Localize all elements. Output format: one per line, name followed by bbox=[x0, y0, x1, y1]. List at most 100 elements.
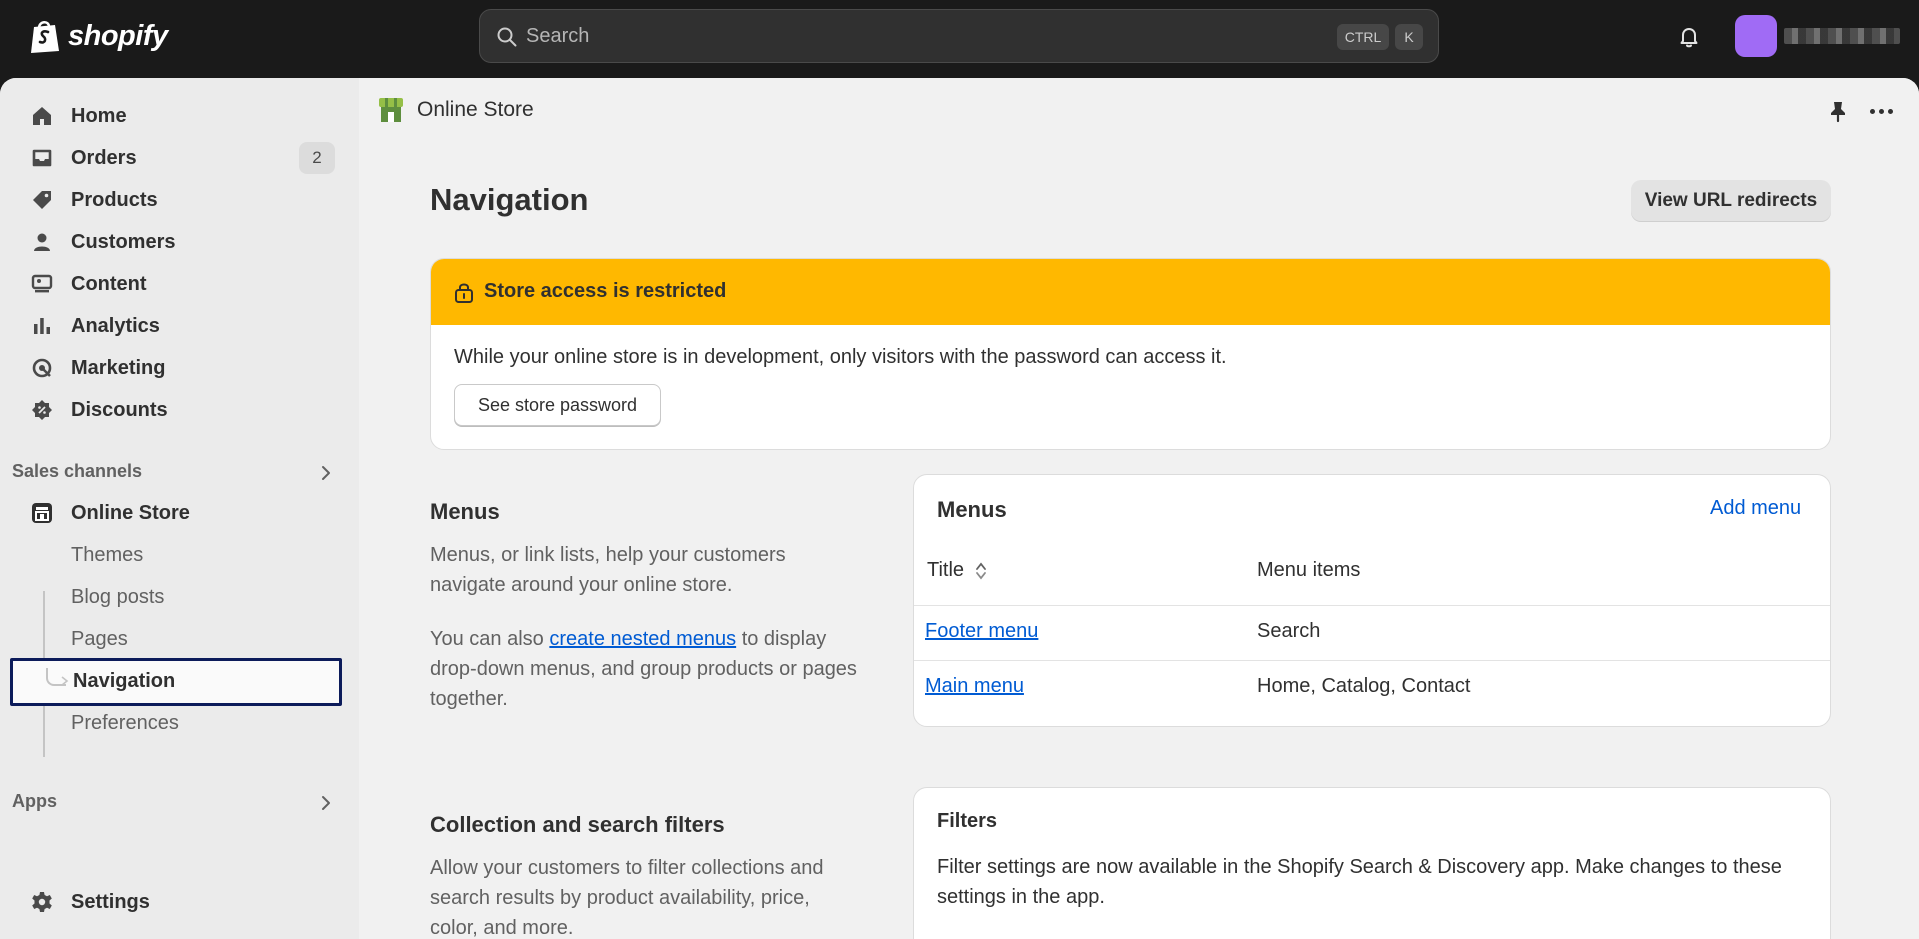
sidebar-item-blog-posts[interactable]: Blog posts bbox=[12, 577, 336, 617]
person-icon bbox=[34, 233, 50, 251]
target-icon bbox=[32, 358, 52, 378]
dot-icon bbox=[1887, 108, 1893, 114]
menus-card-title: Menus bbox=[937, 497, 1007, 522]
brand-name: shopify bbox=[68, 19, 168, 52]
sidebar-item-home[interactable]: Home bbox=[12, 96, 336, 136]
home-icon bbox=[33, 107, 51, 125]
dot-icon bbox=[1869, 108, 1875, 114]
filters-section-title: Collection and search filters bbox=[430, 812, 725, 837]
view-url-redirects-button[interactable]: View URL redirects bbox=[1631, 180, 1831, 222]
bell-icon bbox=[1680, 28, 1698, 48]
sidebar-item-label: Online Store bbox=[71, 501, 190, 524]
sidebar-item-label: Products bbox=[71, 188, 158, 211]
inbox-icon bbox=[32, 149, 52, 167]
sidebar-item-label: Orders bbox=[71, 146, 137, 169]
see-store-password-button[interactable]: See store password bbox=[454, 384, 661, 426]
sidebar-item-products[interactable]: Products bbox=[12, 180, 336, 220]
shortcut-k-key: K bbox=[1395, 24, 1423, 50]
sales-channels-heading[interactable]: Sales channels bbox=[12, 461, 142, 482]
sidebar-item-orders[interactable]: Orders 2 bbox=[12, 138, 336, 178]
sidebar-item-analytics[interactable]: Analytics bbox=[12, 306, 336, 346]
shopify-bag-icon bbox=[31, 21, 59, 53]
row-divider bbox=[914, 605, 1830, 606]
filters-card-text: Filter settings are now available in the… bbox=[937, 856, 1782, 908]
banner-header: Store access is restricted bbox=[431, 259, 1830, 325]
sort-icon[interactable] bbox=[974, 561, 988, 581]
dot-icon bbox=[1878, 108, 1884, 114]
sidebar-item-preferences[interactable]: Preferences bbox=[12, 703, 336, 743]
more-actions-button[interactable] bbox=[1867, 98, 1895, 124]
chevron-right-icon[interactable] bbox=[316, 793, 336, 813]
sidebar-item-navigation[interactable]: Navigation bbox=[10, 658, 342, 706]
global-search[interactable]: CTRL K bbox=[479, 9, 1439, 63]
sidebar-item-pages[interactable]: Pages bbox=[12, 619, 336, 659]
column-header-menu-items: Menu items bbox=[1257, 559, 1361, 581]
discount-icon bbox=[32, 400, 52, 420]
sidebar-item-label: Content bbox=[71, 272, 147, 295]
online-store-channel-icon bbox=[379, 98, 403, 122]
menu-items-cell: Search bbox=[1257, 620, 1321, 642]
sidebar-item-label: Marketing bbox=[71, 356, 166, 379]
shopify-logo[interactable]: shopify bbox=[28, 18, 168, 54]
column-header-title[interactable]: Title bbox=[927, 559, 964, 582]
filters-section-description: Allow your customers to filter collectio… bbox=[430, 857, 824, 939]
sidebar-item-online-store[interactable]: Online Store bbox=[12, 493, 336, 533]
sidebar-item-marketing[interactable]: Marketing bbox=[12, 348, 336, 388]
sidebar-item-label: Pages bbox=[71, 627, 128, 650]
main-content: Online Store Navigation View URL redirec… bbox=[359, 78, 1919, 939]
lock-icon bbox=[455, 283, 473, 303]
store-access-banner: Store access is restricted While your on… bbox=[430, 258, 1831, 450]
search-input[interactable] bbox=[526, 18, 1306, 54]
sidebar-item-label: Themes bbox=[71, 543, 144, 566]
sidebar-item-label: Settings bbox=[71, 890, 150, 913]
sidebar-item-content[interactable]: Content bbox=[12, 264, 336, 304]
sidebar-item-settings[interactable]: Settings bbox=[12, 882, 336, 922]
add-menu-link[interactable]: Add menu bbox=[1710, 497, 1801, 520]
banner-title: Store access is restricted bbox=[484, 280, 727, 302]
gear-icon bbox=[32, 892, 52, 912]
banner-text: While your online store is in developmen… bbox=[454, 346, 1227, 368]
main-frame: Home Orders 2 Products Customers Content… bbox=[0, 78, 1919, 939]
note-text: You can also bbox=[430, 628, 550, 650]
bar-chart-icon bbox=[34, 318, 50, 334]
filters-card-title: Filters bbox=[937, 810, 998, 832]
menus-section-title: Menus bbox=[430, 499, 500, 524]
menu-items-cell: Home, Catalog, Contact bbox=[1257, 675, 1471, 697]
breadcrumb-label: Online Store bbox=[417, 98, 534, 121]
chevron-right-icon[interactable] bbox=[316, 463, 336, 483]
menus-card: Menus Add menu Title Menu items Footer m… bbox=[913, 474, 1831, 727]
arrow-right-icon bbox=[61, 676, 69, 686]
orders-count-badge: 2 bbox=[299, 142, 335, 174]
filters-card: Filters Filter settings are now availabl… bbox=[913, 787, 1831, 939]
page-title: Navigation bbox=[430, 182, 589, 217]
tag-icon bbox=[33, 191, 51, 209]
shortcut-ctrl-key: CTRL bbox=[1337, 24, 1389, 50]
sidebar: Home Orders 2 Products Customers Content… bbox=[0, 78, 359, 939]
menus-section-note: You can also create nested menus to disp… bbox=[430, 624, 860, 714]
create-nested-menus-link[interactable]: create nested menus bbox=[549, 628, 736, 650]
sidebar-item-label: Home bbox=[71, 104, 127, 127]
menus-section-description: Menus, or link lists, help your customer… bbox=[430, 544, 786, 596]
menu-link-footer[interactable]: Footer menu bbox=[925, 620, 1038, 643]
sidebar-item-label: Customers bbox=[71, 230, 176, 253]
content-icon bbox=[31, 274, 53, 293]
sidebar-item-label: Discounts bbox=[71, 398, 168, 421]
search-icon bbox=[497, 27, 517, 47]
sidebar-item-label: Analytics bbox=[71, 314, 160, 337]
sidebar-item-label: Navigation bbox=[73, 670, 176, 692]
sidebar-item-discounts[interactable]: Discounts bbox=[12, 390, 336, 430]
sidebar-item-label: Blog posts bbox=[71, 585, 165, 608]
sidebar-item-label: Preferences bbox=[71, 711, 179, 734]
apps-heading[interactable]: Apps bbox=[12, 791, 57, 812]
top-bar: shopify CTRL K bbox=[0, 0, 1919, 78]
notifications-button[interactable] bbox=[1674, 22, 1704, 52]
row-divider bbox=[914, 660, 1830, 661]
menu-link-main[interactable]: Main menu bbox=[925, 675, 1024, 698]
sidebar-item-customers[interactable]: Customers bbox=[12, 222, 336, 262]
breadcrumb[interactable]: Online Store bbox=[377, 96, 534, 124]
store-name-blurred[interactable] bbox=[1784, 28, 1900, 44]
store-avatar[interactable] bbox=[1735, 15, 1777, 57]
sidebar-item-themes[interactable]: Themes bbox=[12, 535, 336, 575]
online-store-icon bbox=[32, 503, 52, 523]
pin-icon[interactable] bbox=[1825, 98, 1851, 124]
